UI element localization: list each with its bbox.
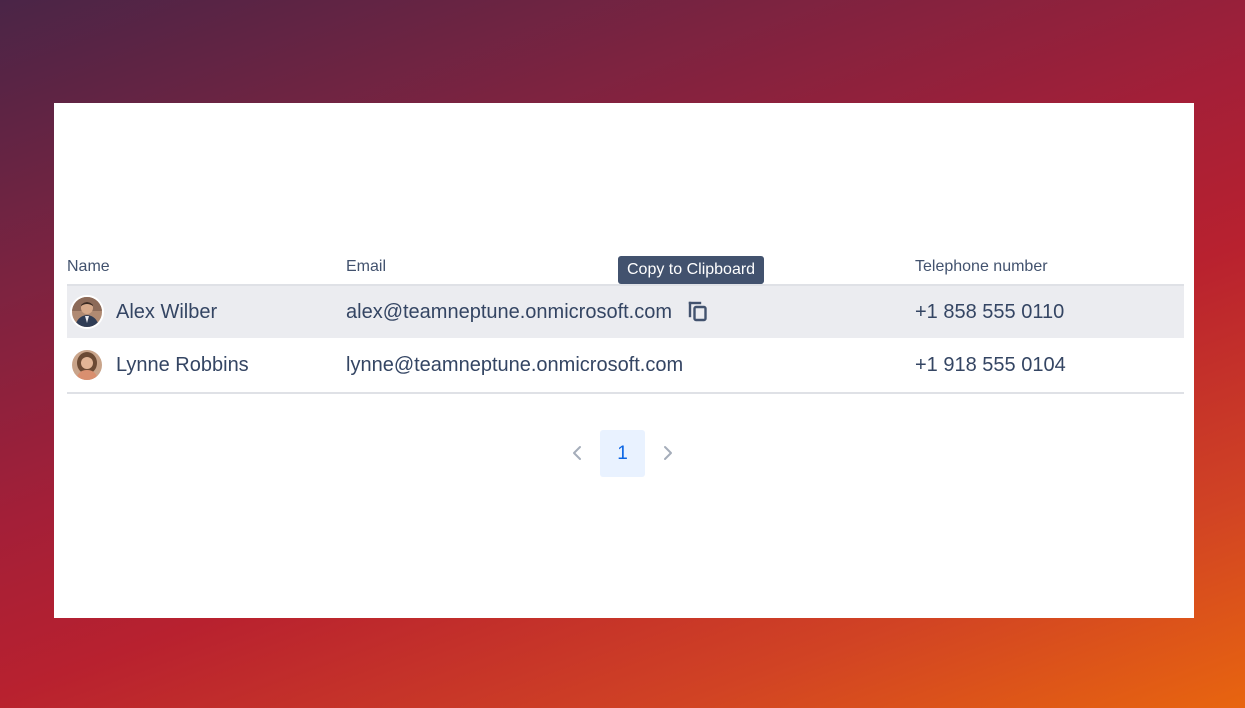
user-phone: +1 918 555 0104 [915, 354, 1066, 376]
copy-tooltip: Copy to Clipboard [618, 256, 765, 284]
next-page-button[interactable] [653, 429, 683, 477]
avatar[interactable] [70, 295, 104, 329]
user-email: lynne@teamneptune.onmicrosoft.com [346, 354, 684, 376]
phone-cell: +1 858 555 0110 [915, 286, 1064, 338]
phone-cell: +1 918 555 0104 [915, 339, 1066, 391]
page-button-current[interactable]: 1 [600, 429, 645, 477]
table-row[interactable]: Lynne Robbins lynne@teamneptune.onmicros… [67, 339, 1184, 391]
email-cell: lynne@teamneptune.onmicrosoft.com [346, 339, 683, 391]
column-header-email[interactable]: Email [346, 258, 386, 276]
table-row[interactable]: Alex Wilber alex@teamneptune.onmicrosoft… [67, 286, 1184, 338]
chevron-right-icon [664, 446, 672, 460]
name-cell: Alex Wilber [70, 286, 217, 338]
pagination: 1 [562, 429, 683, 477]
avatar[interactable] [70, 348, 104, 382]
chevron-left-icon [573, 446, 581, 460]
user-phone: +1 858 555 0110 [915, 301, 1065, 323]
previous-page-button[interactable] [562, 429, 592, 477]
user-name: Lynne Robbins [116, 354, 249, 376]
copy-clipboard-icon[interactable] [687, 300, 709, 324]
user-email: alex@teamneptune.onmicrosoft.com [346, 301, 673, 323]
name-cell: Lynne Robbins [70, 339, 249, 391]
user-name: Alex Wilber [116, 301, 218, 323]
email-cell: alex@teamneptune.onmicrosoft.com [346, 286, 672, 338]
column-header-name[interactable]: Name [67, 258, 110, 276]
user-table-card: Name Email Telephone number Alex Wilber … [54, 103, 1194, 618]
table-bottom-divider [67, 392, 1184, 394]
column-header-phone[interactable]: Telephone number [915, 258, 1048, 276]
